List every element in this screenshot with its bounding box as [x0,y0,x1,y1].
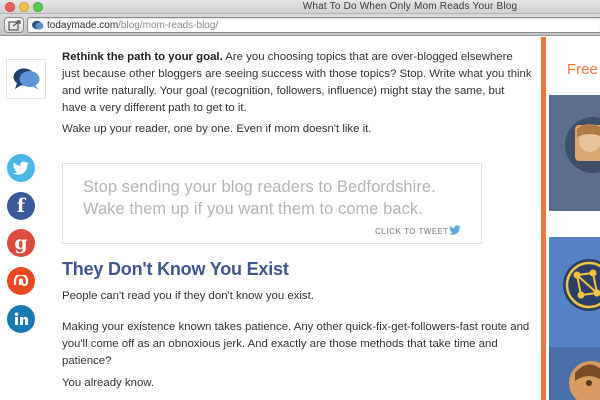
twitter-share-button[interactable] [7,154,35,182]
sidebar-accent-stripe [541,37,546,400]
paragraph-cant-read: People can't read you if they don't know… [62,290,314,302]
zoom-window-button[interactable] [33,2,43,12]
tweet-quote-text: Stop sending your blog readers to Bedfor… [83,178,436,218]
window-title: What To Do When Only Mom Reads Your Blog [302,1,518,12]
todaymade-favicon-icon [32,20,44,30]
linkedin-icon [14,312,28,325]
linkedin-share-button[interactable] [7,305,35,333]
facebook-icon: f [16,194,26,217]
url-text: todaymade.com/blog/mom-reads-blog/ [47,20,218,31]
section-heading: They Don't Know You Exist [62,259,289,279]
paragraph-already-know: You already know. [62,377,155,389]
sidebar-heading: Free [567,61,598,78]
share-icon [8,20,21,31]
network-graph-icon [563,259,600,311]
web-page: f g Rethink the path to your goal. Are y… [0,37,600,400]
paragraph-rethink-path: Rethink the path to your goal. Are you c… [62,49,532,117]
window-titlebar: What To Do When Only Mom Reads Your Blog [0,0,600,14]
sidebar-promo-card[interactable] [549,347,600,400]
sidebar-promo-card[interactable] [549,95,600,211]
twitter-icon [13,161,29,175]
person-illustration-icon [569,361,600,400]
share-button[interactable] [4,17,24,33]
google-plus-share-button[interactable]: g [7,229,35,257]
facebook-share-button[interactable]: f [7,192,35,220]
paragraph-lead-bold: Rethink the path to your goal. [62,51,223,63]
url-path: /blog/mom-reads-blog/ [118,20,219,31]
google-plus-icon: g [14,231,28,254]
stumbleupon-icon [13,275,29,287]
site-logo[interactable] [6,59,46,99]
sidebar-promo-card[interactable] [549,237,600,347]
close-window-button[interactable] [5,2,15,12]
right-sidebar: Free [541,37,600,400]
avatar-illustration-icon [565,117,600,173]
address-bar[interactable]: todaymade.com/blog/mom-reads-blog/ [27,17,600,33]
stumbleupon-share-button[interactable] [7,267,35,295]
twitter-bird-icon [449,225,461,235]
paragraph-wake-up: Wake up your reader, one by one. Even if… [62,123,372,135]
paragraph-patience: Making your existence known takes patien… [62,321,530,367]
speech-bubbles-logo-icon [13,68,40,90]
browser-toolbar: todaymade.com/blog/mom-reads-blog/ [0,14,600,36]
url-host: todaymade.com [47,20,119,31]
sidebar-separator [549,211,600,237]
minimize-window-button[interactable] [19,2,29,12]
click-to-tweet-link[interactable]: CLICK TO TWEET [375,227,448,236]
click-to-tweet-box[interactable]: Stop sending your blog readers to Bedfor… [62,163,482,244]
